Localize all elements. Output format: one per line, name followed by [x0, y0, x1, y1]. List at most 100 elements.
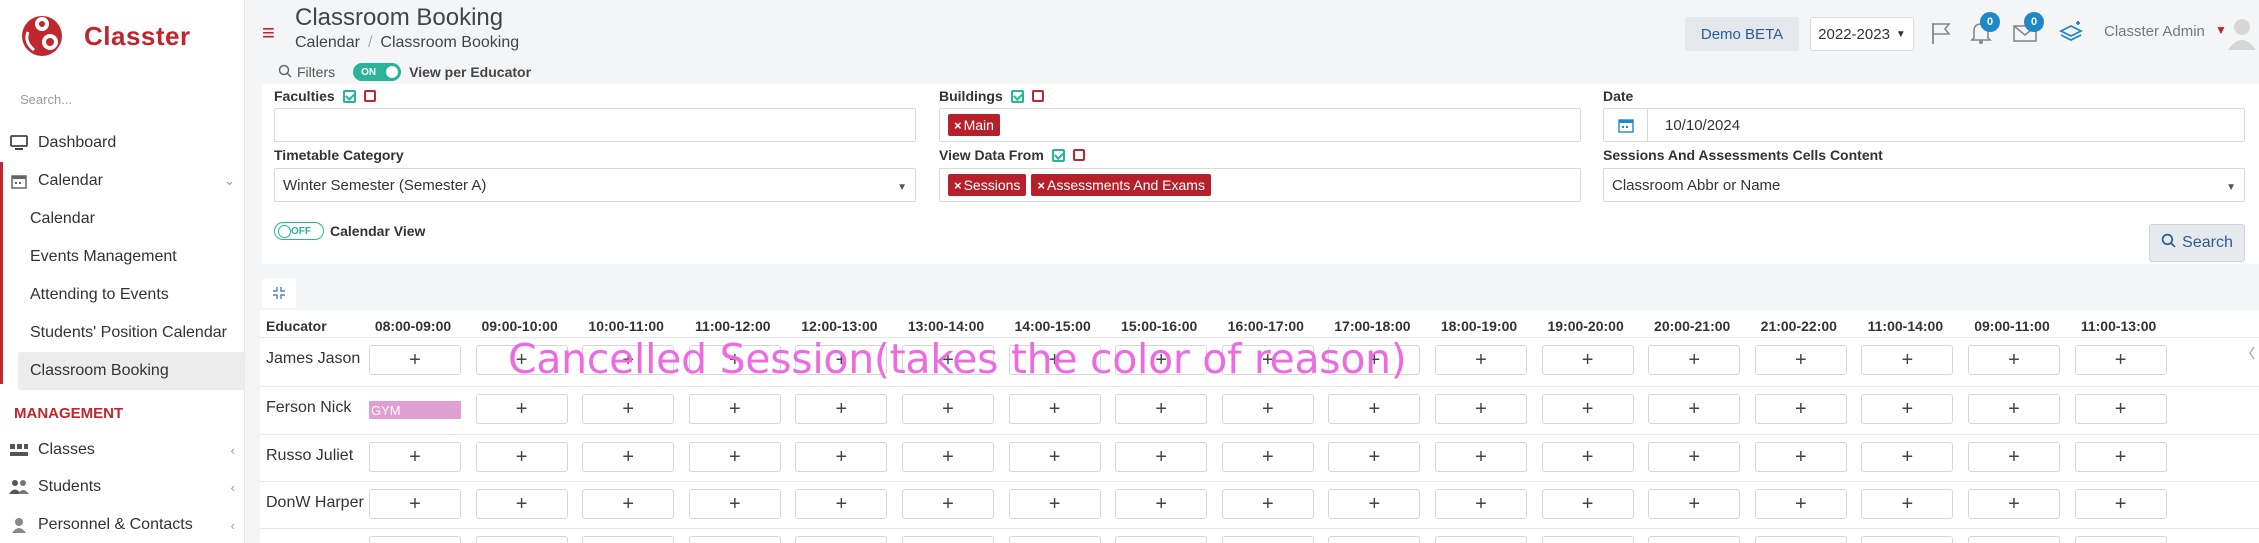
logo[interactable]: Classter: [20, 12, 191, 60]
add-booking-cell[interactable]: +: [1541, 442, 1634, 472]
add-booking-cell[interactable]: +: [902, 489, 994, 519]
select-all-check-icon[interactable]: [1010, 89, 1024, 103]
add-booking-cell[interactable]: [1968, 536, 2060, 543]
clear-all-icon[interactable]: [1072, 149, 1085, 161]
add-booking-cell[interactable]: +: [1861, 489, 1954, 519]
add-booking-cell[interactable]: +: [1541, 345, 1634, 375]
add-booking-cell[interactable]: +: [369, 345, 461, 375]
date-field[interactable]: 10/10/2024: [1603, 108, 2245, 142]
sidebar-subitem-events-management[interactable]: Events Management: [0, 238, 245, 276]
add-booking-cell[interactable]: +: [795, 394, 888, 424]
hamburger-menu-icon[interactable]: ≡: [262, 22, 275, 44]
add-booking-cell[interactable]: +: [1328, 394, 1421, 424]
clear-all-icon[interactable]: [1031, 90, 1044, 102]
add-booking-cell[interactable]: +: [902, 394, 994, 424]
add-booking-cell[interactable]: +: [1435, 442, 1527, 472]
sidebar-item-dashboard[interactable]: Dashboard: [0, 124, 245, 162]
add-booking-cell[interactable]: [1541, 536, 1634, 543]
sidebar-item-personnel-contacts[interactable]: Personnel & Contacts ‹: [0, 506, 245, 543]
add-booking-cell[interactable]: [1648, 536, 1741, 543]
user-name[interactable]: Classter Admin: [2104, 23, 2205, 40]
add-booking-cell[interactable]: +: [1328, 442, 1421, 472]
caret-down-icon[interactable]: ▼: [2215, 23, 2227, 37]
add-booking-cell[interactable]: +: [1115, 442, 1208, 472]
add-booking-cell[interactable]: +: [1008, 394, 1101, 424]
add-booking-cell[interactable]: +: [1008, 489, 1101, 519]
add-booking-cell[interactable]: +: [475, 489, 568, 519]
demo-beta-button[interactable]: Demo BETA: [1685, 17, 1799, 51]
add-booking-cell[interactable]: +: [1968, 489, 2060, 519]
add-booking-cell[interactable]: +: [795, 442, 888, 472]
add-booking-cell[interactable]: +: [1435, 394, 1527, 424]
add-booking-cell[interactable]: [582, 536, 675, 543]
remove-tag-icon[interactable]: ×: [1037, 178, 1045, 193]
faculties-multiselect[interactable]: [274, 108, 916, 142]
remove-tag-icon[interactable]: ×: [954, 178, 962, 193]
add-booking-cell[interactable]: [1115, 536, 1208, 543]
remove-tag-icon[interactable]: ×: [954, 118, 962, 133]
add-booking-cell[interactable]: [688, 536, 781, 543]
add-booking-cell[interactable]: +: [1221, 394, 1314, 424]
add-booking-cell[interactable]: [902, 536, 994, 543]
calendar-picker-icon[interactable]: [1604, 108, 1648, 142]
add-booking-cell[interactable]: +: [1754, 394, 1847, 424]
add-booking-cell[interactable]: +: [795, 489, 888, 519]
add-booking-cell[interactable]: +: [369, 489, 461, 519]
add-booking-cell[interactable]: +: [1115, 489, 1208, 519]
add-booking-cell[interactable]: +: [582, 489, 675, 519]
cells-content-select[interactable]: Classroom Abbr or Name ▼: [1603, 168, 2245, 202]
add-booking-cell[interactable]: +: [475, 394, 568, 424]
add-booking-cell[interactable]: +: [688, 442, 781, 472]
messages-envelope-icon[interactable]: 0: [2010, 12, 2044, 48]
add-booking-cell[interactable]: +: [2074, 345, 2167, 375]
add-booking-cell[interactable]: [1328, 536, 1421, 543]
add-booking-cell[interactable]: +: [1435, 489, 1527, 519]
add-booking-cell[interactable]: +: [369, 442, 461, 472]
add-booking-cell[interactable]: [369, 536, 461, 543]
view-data-from-multiselect[interactable]: × Sessions × Assessments And Exams: [939, 168, 1581, 202]
calendar-view-toggle[interactable]: OFF: [274, 222, 324, 240]
add-booking-cell[interactable]: +: [2074, 394, 2167, 424]
add-booking-cell[interactable]: [1861, 536, 1954, 543]
add-booking-cell[interactable]: +: [1648, 442, 1741, 472]
sidebar-item-classes[interactable]: Classes ‹: [0, 431, 245, 469]
add-booking-cell[interactable]: +: [1968, 345, 2060, 375]
buildings-tag[interactable]: × Main: [948, 114, 1000, 136]
add-booking-cell[interactable]: [2074, 536, 2167, 543]
sidebar-item-students[interactable]: Students ‹: [0, 468, 245, 506]
view-per-educator-toggle[interactable]: ON: [353, 63, 402, 81]
add-booking-cell[interactable]: +: [2074, 442, 2167, 472]
clear-all-icon[interactable]: [363, 90, 376, 102]
add-booking-cell[interactable]: +: [582, 394, 675, 424]
search-button[interactable]: Search: [2149, 224, 2245, 262]
add-booking-cell[interactable]: +: [1648, 489, 1741, 519]
add-booking-cell[interactable]: +: [1221, 489, 1314, 519]
add-booking-cell[interactable]: +: [475, 442, 568, 472]
add-booking-cell[interactable]: +: [1754, 345, 1847, 375]
sidebar-subitem-students-position-calendar[interactable]: Students' Position Calendar: [0, 314, 245, 352]
flag-icon[interactable]: [1926, 18, 1956, 48]
add-booking-cell[interactable]: +: [1861, 442, 1954, 472]
add-booking-cell[interactable]: +: [582, 442, 675, 472]
add-booking-cell[interactable]: [1221, 536, 1314, 543]
notifications-bell-icon[interactable]: 0: [1966, 12, 2000, 48]
add-booking-cell[interactable]: +: [688, 394, 781, 424]
add-booking-cell[interactable]: [1435, 536, 1527, 543]
breadcrumb-item[interactable]: Calendar: [295, 34, 360, 51]
sidebar-subitem-attending-to-events[interactable]: Attending to Events: [0, 276, 245, 314]
add-booking-cell[interactable]: +: [1008, 442, 1101, 472]
add-booking-cell[interactable]: [795, 536, 888, 543]
scroll-handle-icon[interactable]: [2248, 345, 2256, 361]
sidebar-subitem-calendar[interactable]: Calendar: [0, 200, 245, 238]
add-booking-cell[interactable]: [1008, 536, 1101, 543]
avatar[interactable]: [2228, 16, 2256, 50]
view-data-from-tag[interactable]: × Assessments And Exams: [1031, 174, 1211, 196]
timetable-category-select[interactable]: Winter Semester (Semester A) ▼: [274, 168, 916, 202]
add-booking-cell[interactable]: +: [1221, 442, 1314, 472]
cancelled-session-cell[interactable]: GYM: [369, 401, 461, 419]
add-booking-cell[interactable]: +: [1968, 394, 2060, 424]
add-booking-cell[interactable]: [1754, 536, 1847, 543]
add-booking-cell[interactable]: +: [1648, 345, 1741, 375]
add-booking-cell[interactable]: +: [1541, 489, 1634, 519]
add-booking-cell[interactable]: +: [902, 442, 994, 472]
